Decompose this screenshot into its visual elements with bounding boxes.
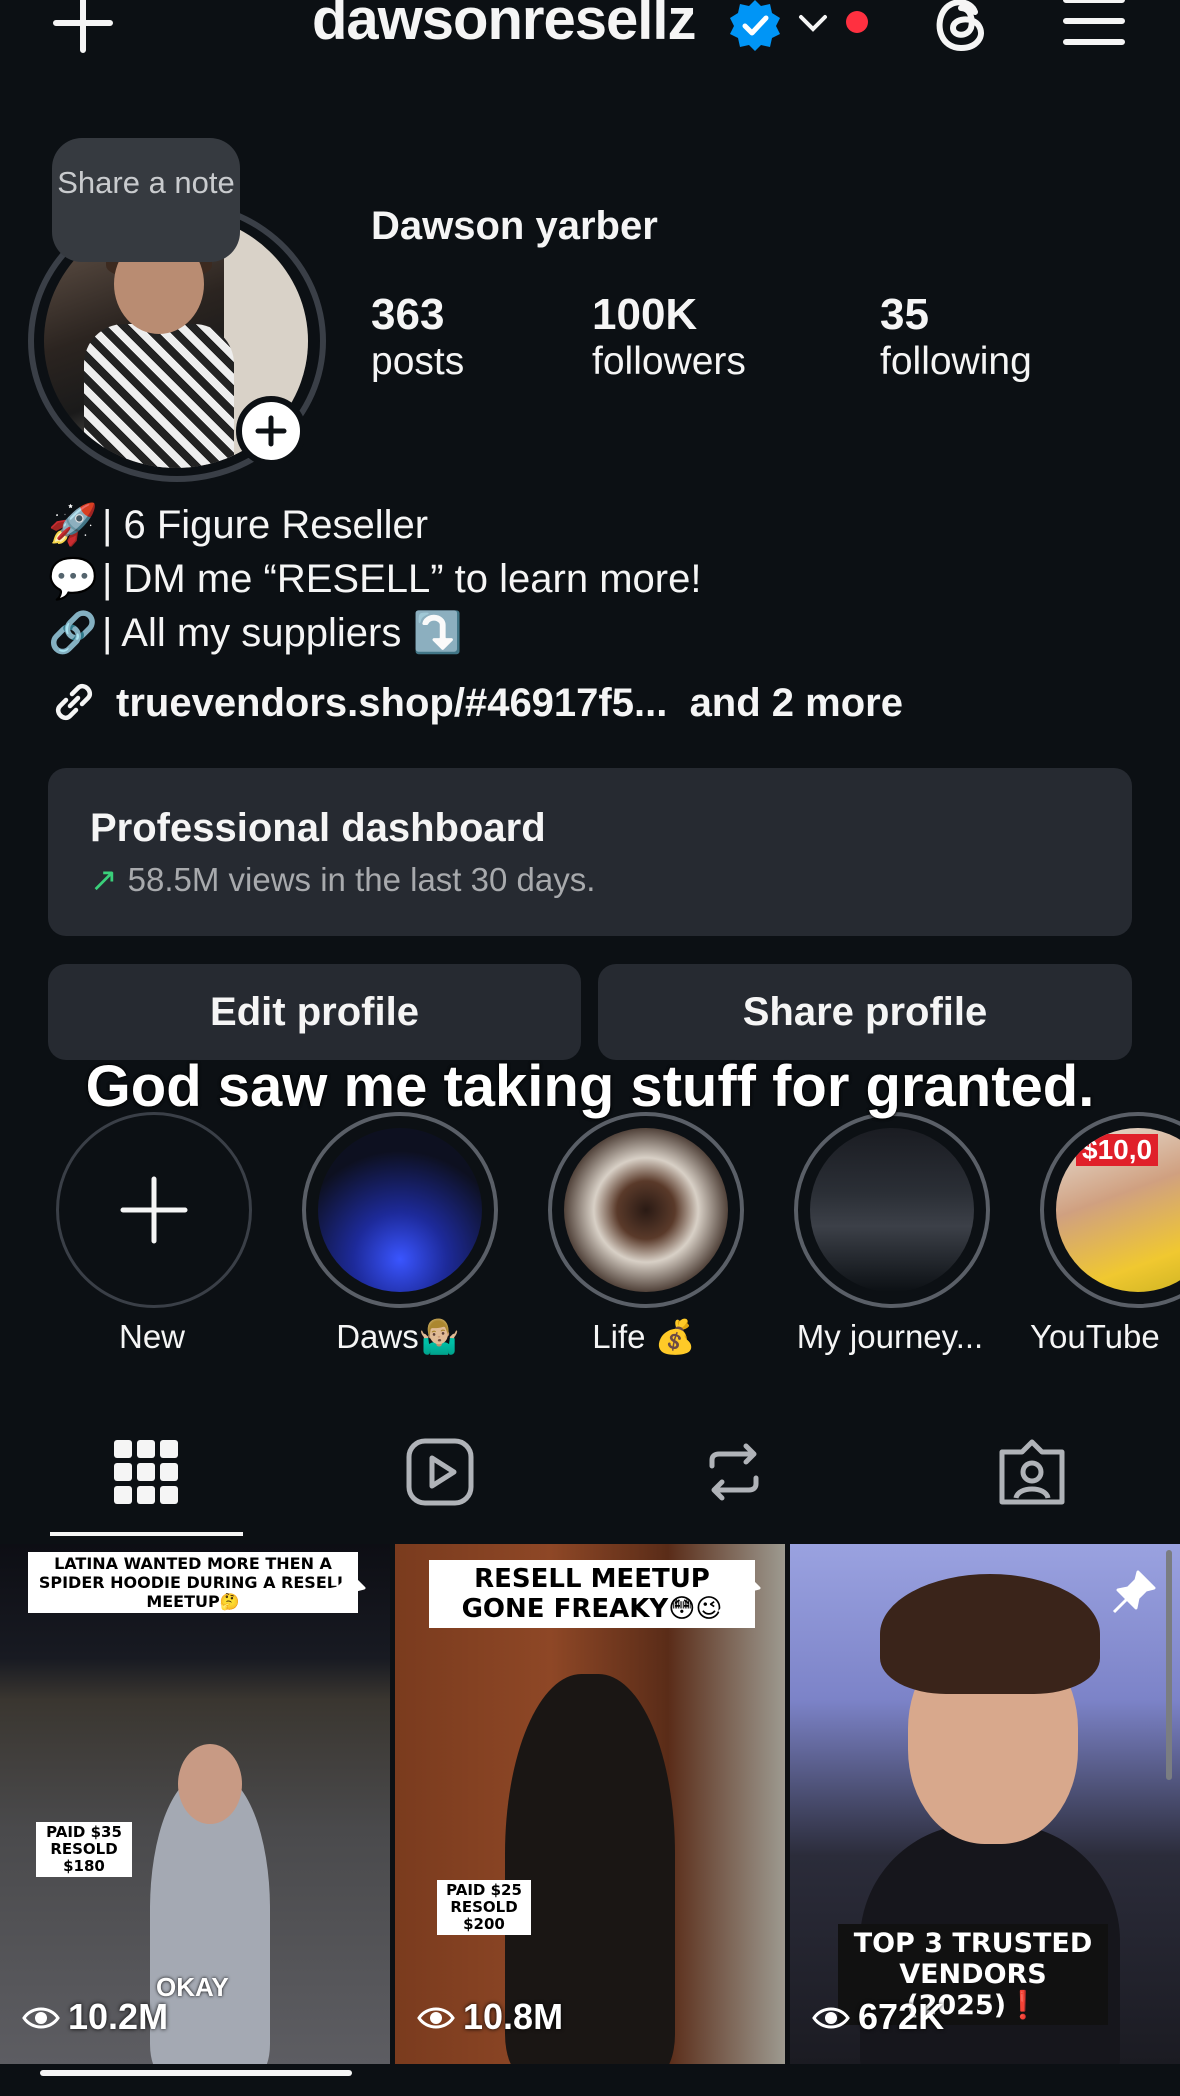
- highlight-my-journey[interactable]: [794, 1112, 990, 1308]
- create-plus-icon[interactable]: [50, 0, 116, 56]
- highlight-label: My journey...: [796, 1318, 984, 1355]
- eye-icon: [812, 2007, 850, 2029]
- post-thumbnail[interactable]: RESELL MEETUP GONE FREAKY😳😉 PAID $25 RES…: [395, 1544, 785, 2064]
- bio-link-url[interactable]: truevendors.shop/#46917f5...: [116, 681, 667, 725]
- highlight-new[interactable]: [56, 1112, 252, 1308]
- top-bar: dawsonresellz: [0, 0, 1180, 60]
- plus-icon: [120, 1176, 188, 1244]
- speech-bubble-icon: 💬: [48, 557, 98, 601]
- share-note-bubble[interactable]: Share a note: [52, 138, 240, 262]
- post-thumbnail[interactable]: LATINA WANTED MORE THEN A SPIDER HOODIE …: [0, 1544, 390, 2064]
- professional-dashboard-card[interactable]: [48, 768, 1132, 936]
- post-thumbnail[interactable]: TOP 3 TRUSTED VENDORS (2025)❗ 672K: [790, 1544, 1180, 2064]
- highlight-badge: $10,0: [1076, 1134, 1159, 1166]
- menu-icon[interactable]: [1062, 0, 1126, 50]
- bio-text: | All my suppliers ⤵️: [102, 611, 463, 655]
- pin-icon: [322, 1570, 366, 1614]
- dashboard-subtitle: ↗ 58.5M views in the last 30 days.: [90, 860, 595, 899]
- active-tab-indicator: [50, 1532, 243, 1536]
- dashboard-subtitle-text: 58.5M views in the last 30 days.: [127, 861, 596, 898]
- reposts-icon[interactable]: [698, 1436, 770, 1508]
- highlight-daws[interactable]: [302, 1112, 498, 1308]
- bio-link[interactable]: truevendors.shop/#46917f5... and 2 more: [48, 676, 903, 728]
- post-views: 10.8M: [417, 1996, 563, 2038]
- add-story-plus-icon[interactable]: [236, 396, 306, 466]
- bio-text: | DM me “RESELL” to learn more!: [102, 557, 702, 601]
- trend-up-icon: ↗: [90, 861, 118, 898]
- highlight-label: YouTube: [1030, 1318, 1160, 1355]
- stat-value: 363: [371, 290, 445, 339]
- post-views-count: 10.2M: [68, 1996, 169, 2037]
- highlight-cover: $10,0: [1056, 1128, 1180, 1292]
- post-views: 672K: [812, 1996, 944, 2038]
- post-views: 10.2M: [22, 1996, 168, 2038]
- link-emoji-icon: 🔗: [48, 611, 98, 655]
- highlight-label: New: [118, 1318, 186, 1355]
- stat-following[interactable]: 35 following: [880, 290, 1032, 384]
- share-profile-button[interactable]: Share profile: [598, 964, 1132, 1060]
- highlight-cover: [564, 1128, 728, 1292]
- eye-icon: [22, 2007, 60, 2029]
- video-caption-overlay: God saw me taking stuff for granted.: [85, 1054, 1095, 1119]
- scrollbar[interactable]: [1166, 1550, 1172, 1780]
- threads-icon[interactable]: [929, 0, 993, 56]
- stat-label: followers: [592, 340, 746, 383]
- post-price-tag: PAID $35 RESOLD $180: [36, 1822, 132, 1877]
- bio-line: 🔗 | All my suppliers ⤵️: [48, 606, 701, 660]
- tagged-icon[interactable]: [996, 1436, 1068, 1508]
- stat-value: 100K: [592, 290, 698, 339]
- stat-value: 35: [880, 290, 929, 339]
- bio-line: 💬 | DM me “RESELL” to learn more!: [48, 552, 701, 606]
- progress-bar: [40, 2070, 352, 2076]
- link-icon: [55, 683, 93, 721]
- post-title: RESELL MEETUP GONE FREAKY😳😉: [429, 1560, 755, 1628]
- pin-icon: [1112, 1570, 1156, 1614]
- bio-line: 🚀 | 6 Figure Reseller: [48, 498, 701, 552]
- profile-bio: 🚀 | 6 Figure Reseller 💬 | DM me “RESELL” t…: [48, 498, 701, 660]
- grid-icon[interactable]: [110, 1436, 182, 1508]
- post-views-count: 672K: [858, 1996, 945, 2037]
- profile-full-name: Dawson yarber: [371, 204, 658, 248]
- post-views-count: 10.8M: [463, 1996, 564, 2037]
- chevron-down-icon[interactable]: [795, 5, 831, 41]
- post-price-tag: PAID $25 RESOLD $200: [437, 1880, 531, 1935]
- stat-label: following: [880, 340, 1032, 383]
- notification-dot: [846, 11, 868, 33]
- bio-text: | 6 Figure Reseller: [102, 503, 429, 547]
- stat-followers[interactable]: 100K followers: [592, 290, 746, 384]
- highlight-cover: [318, 1128, 482, 1292]
- eye-icon: [417, 2007, 455, 2029]
- post-title: LATINA WANTED MORE THEN A SPIDER HOODIE …: [28, 1552, 358, 1613]
- rocket-icon: 🚀: [48, 503, 98, 547]
- reels-icon[interactable]: [404, 1436, 476, 1508]
- highlight-label: Life 💰: [592, 1318, 696, 1355]
- dashboard-title: Professional dashboard: [90, 806, 546, 850]
- bio-link-more[interactable]: and 2 more: [690, 681, 903, 725]
- highlight-life[interactable]: [548, 1112, 744, 1308]
- account-username[interactable]: dawsonresellz: [312, 0, 696, 53]
- pin-icon: [717, 1570, 761, 1614]
- stat-label: posts: [371, 340, 465, 383]
- verified-badge-icon: [730, 0, 780, 51]
- edit-profile-button[interactable]: Edit profile: [48, 964, 581, 1060]
- highlight-label: Daws🤷🏼‍♂️: [336, 1318, 460, 1355]
- highlight-youtube[interactable]: $10,0: [1040, 1112, 1180, 1308]
- highlight-cover: [810, 1128, 974, 1292]
- stat-posts[interactable]: 363 posts: [371, 290, 464, 384]
